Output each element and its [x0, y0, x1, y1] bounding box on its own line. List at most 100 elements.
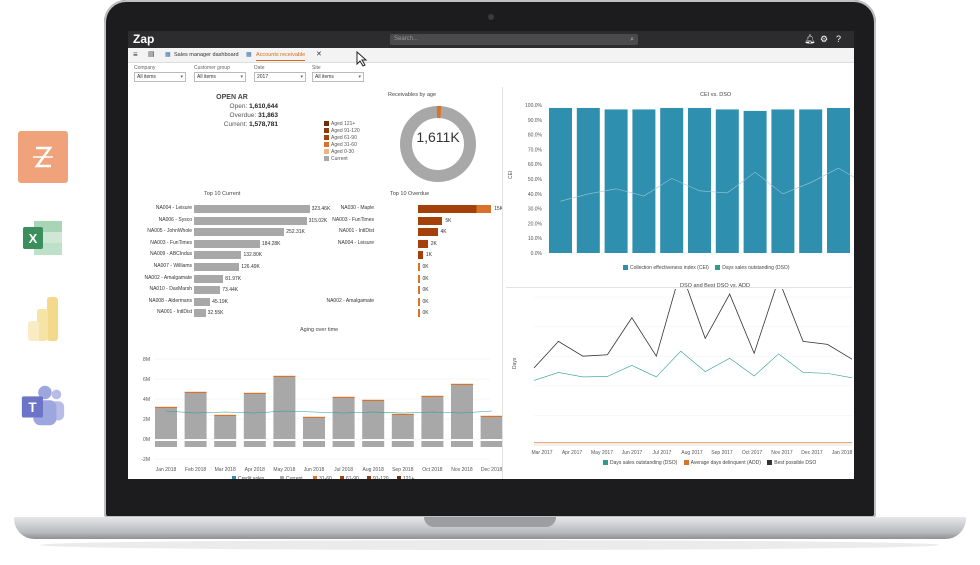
legend-cei[interactable]: Collection effectiveness index (CEI) — [618, 265, 709, 271]
filter-label: Company — [134, 65, 156, 71]
current-bar[interactable] — [194, 274, 224, 283]
dso-chart[interactable]: Days Mar 2017 Apr 2017 May 2017 Jun 2017 Jul … — [506, 289, 854, 459]
search-input[interactable]: Search... ⌕ — [390, 34, 638, 45]
teams-logo-icon[interactable]: T — [18, 380, 68, 432]
power-bi-logo-icon[interactable] — [18, 293, 68, 345]
aging-overdue-bar — [451, 383, 473, 385]
gear-icon[interactable]: ⚙ — [820, 33, 828, 45]
cei-bar — [827, 107, 850, 254]
aging-negative-bar — [243, 441, 266, 447]
legend-aged-91-120[interactable]: Aged 91-120 — [324, 128, 360, 134]
legend-label: Current — [286, 476, 303, 479]
overdue-bar[interactable] — [418, 263, 420, 271]
aging-overdue-bar — [184, 391, 207, 393]
close-tab-icon[interactable]: ✕ — [316, 50, 322, 60]
bar-value: 252.31K — [286, 229, 305, 236]
x-tick: Jul 2017 — [653, 450, 672, 456]
aging-current-bar — [362, 401, 385, 439]
bar-value: 4K — [440, 229, 447, 236]
overdue-bar[interactable] — [418, 251, 423, 260]
cei-bar — [771, 109, 795, 253]
y-tick: 20.0% — [528, 221, 543, 227]
page-icon[interactable]: ▤ — [148, 50, 155, 60]
filter-select[interactable]: All items — [194, 72, 246, 82]
filter-date[interactable]: Date 2017 — [254, 65, 306, 82]
aging-overdue-bar — [155, 406, 177, 408]
x-tick: Dec 2018 — [481, 467, 502, 473]
search-placeholder: Search... — [394, 36, 419, 42]
cei-bar — [632, 109, 656, 253]
teams-letter: T — [28, 400, 37, 415]
zap-logo-icon[interactable] — [18, 131, 68, 183]
filter-select[interactable]: All items — [312, 72, 364, 82]
y-tick: 10.0% — [528, 236, 543, 242]
overdue-label: Overdue: — [229, 112, 257, 119]
bell-icon[interactable]: 🔔︎ — [804, 33, 815, 45]
legend-add[interactable]: Average days delinquent (ADD) — [679, 460, 761, 466]
current-bar[interactable] — [194, 309, 206, 318]
overdue-bar[interactable] — [418, 309, 420, 318]
cei-bar — [576, 107, 600, 254]
bar-value: 132.80K — [243, 252, 263, 259]
legend-aged-121[interactable]: Aged 121+ — [324, 121, 355, 127]
current-bar[interactable] — [194, 263, 240, 271]
current-bar[interactable] — [194, 286, 221, 295]
bar-value: 2K — [430, 240, 437, 247]
excel-logo-icon[interactable]: X — [18, 212, 68, 264]
x-tick: Oct 2017 — [742, 450, 763, 456]
tab-accounts-receivable[interactable]: Accounts receivable — [256, 50, 306, 61]
current-bar[interactable] — [194, 239, 260, 248]
filter-select[interactable]: All items — [134, 72, 186, 82]
open-ar-title: OPEN AR — [216, 94, 248, 101]
overdue-bar[interactable] — [418, 228, 438, 237]
bar-label: NA003 - FunTimes — [150, 239, 192, 246]
overdue-bar[interactable] — [418, 216, 443, 225]
laptop-notch — [424, 517, 556, 527]
aging-current-bar — [155, 408, 177, 439]
aging-overdue-bar — [303, 416, 325, 418]
aging-overdue-bar — [243, 392, 266, 394]
filter-site[interactable]: Site All items — [312, 65, 364, 82]
current-bar[interactable] — [194, 228, 285, 237]
legend-dso-line[interactable]: Days sales outstanding (DSO) — [598, 460, 677, 466]
current-bar[interactable] — [194, 216, 307, 225]
search-icon[interactable]: ⌕ — [630, 34, 634, 45]
hamburger-menu-icon[interactable]: ≡ — [133, 50, 138, 59]
overdue-bar[interactable] — [418, 286, 420, 295]
legend-dso[interactable]: Days sales outstanding (DSO) — [710, 265, 790, 271]
filter-bar: Company All items Customer group All ite… — [128, 63, 854, 87]
excel-letter: X — [29, 231, 38, 246]
cei-bar — [688, 107, 711, 254]
current-bar[interactable] — [194, 205, 310, 213]
app-logo[interactable]: Zap — [133, 32, 154, 46]
x-tick: Sep 2017 — [711, 450, 733, 456]
overdue-bar[interactable] — [418, 205, 492, 213]
legend-aged-61-90[interactable]: Aged 61-90 — [324, 135, 357, 141]
current-label: Current: — [223, 121, 248, 128]
y-tick: 8M — [143, 357, 150, 363]
legend-aged-31-60[interactable]: Aged 31-60 — [324, 142, 357, 148]
help-icon[interactable]: ? — [836, 33, 841, 45]
filter-company[interactable]: Company All items — [134, 65, 186, 82]
filter-customer-group[interactable]: Customer group All items — [194, 65, 246, 82]
legend-aged-0-30[interactable]: Aged 0-30 — [324, 149, 354, 155]
filter-select[interactable]: 2017 — [254, 72, 306, 82]
legend-best-dso[interactable]: Best possible DSO — [762, 460, 816, 466]
aging-overdue-bar — [391, 413, 414, 415]
bar-label: NA010 - DaxMarsh — [149, 286, 192, 293]
tab-sales-manager-dashboard[interactable]: Sales manager dashboard — [174, 50, 239, 60]
aging-chart[interactable]: 8M 6M 4M 2M 0M -2M Jan 2018 Feb 2018 Mar 2018 Apr… — [128, 331, 502, 479]
bar-value: 5K — [445, 217, 452, 224]
overdue-bar[interactable] — [418, 239, 428, 248]
cei-chart[interactable]: 100.0% 90.0% 80.0% 70.0% 60.0% 50.0% 40.0% 30.0… — [506, 97, 854, 273]
overdue-bar[interactable] — [418, 297, 420, 306]
y-tick: 6M — [143, 377, 150, 383]
aging-negative-bar — [391, 441, 414, 447]
bar-label: NA009 - ABCIndus — [150, 251, 192, 258]
current-bar[interactable] — [194, 297, 211, 306]
current-bar[interactable] — [194, 251, 242, 260]
mouse-cursor-icon — [356, 51, 368, 67]
y-tick: 2M — [143, 417, 150, 423]
legend-current[interactable]: Current — [324, 156, 348, 162]
overdue-bar[interactable] — [418, 274, 420, 283]
